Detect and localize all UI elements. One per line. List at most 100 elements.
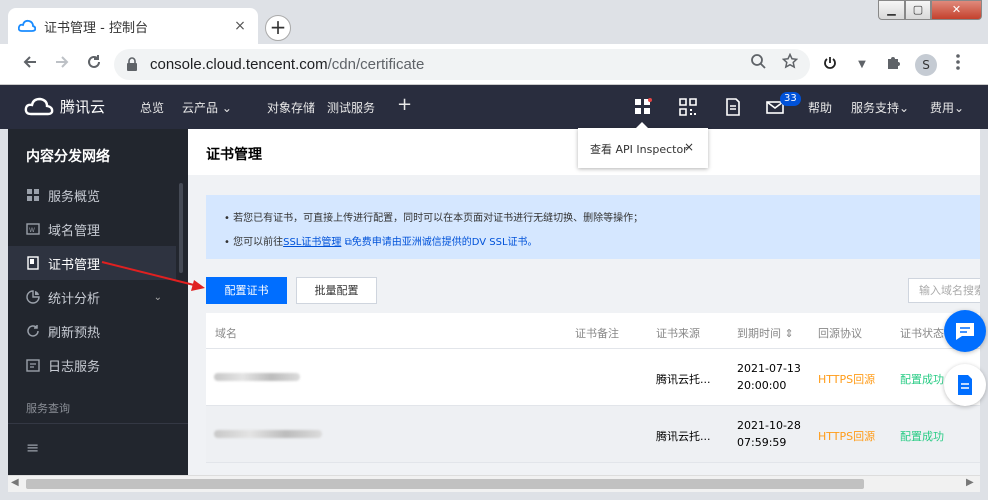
tab-close-icon[interactable]: ×	[232, 18, 248, 34]
window-close-button[interactable]: ✕	[931, 0, 982, 20]
url-text: console.cloud.tencent.com/cdn/certificat…	[150, 56, 424, 73]
sort-icon[interactable]: ⇕	[785, 327, 794, 340]
free-dv-ssl-link[interactable]: 免费申请由亚洲诚信提供的DV SSL证书。	[352, 237, 538, 248]
blurred-domain	[214, 430, 322, 438]
origin-protocol: HTTPS回源	[818, 373, 876, 386]
back-icon[interactable]	[18, 53, 42, 77]
mail-count-badge: 33	[780, 92, 801, 106]
scroll-left-icon[interactable]: ◀	[11, 477, 19, 488]
nav-test-service[interactable]: 测试服务	[327, 99, 375, 116]
horizontal-scrollbar[interactable]: ◀ ▶	[8, 475, 980, 492]
profile-avatar[interactable]: S	[915, 54, 937, 76]
col-source: 证书来源	[656, 327, 700, 340]
sidebar-scrollbar[interactable]	[179, 183, 183, 273]
ssl-cert-link[interactable]: SSL证书管理	[283, 237, 341, 248]
scroll-right-icon[interactable]: ▶	[966, 477, 974, 488]
document-icon[interactable]	[724, 98, 742, 116]
sidebar-item-label: 统计分析	[48, 291, 101, 307]
notice-line-2: • 您可以前往SSL证书管理 ⧉免费申请由亚洲诚信提供的DV SSL证书。	[224, 233, 538, 248]
col-expiry-label: 到期时间	[737, 327, 781, 340]
chevron-down-icon: ⌄	[899, 101, 910, 115]
power-extension-icon[interactable]	[818, 53, 842, 77]
zoom-search-icon[interactable]	[746, 52, 770, 76]
table-header: 域名 证书备注 证书来源 到期时间 ⇕ 回源协议 证书状态	[206, 313, 980, 349]
bookmark-star-icon[interactable]	[778, 52, 802, 76]
sidebar-item-refresh[interactable]: 刷新预热	[8, 314, 176, 348]
nav-service-support-label: 服务支持	[851, 101, 900, 115]
cert-status: 配置成功	[900, 430, 944, 443]
cert-source: 腾讯云托...	[656, 373, 711, 386]
tooltip-text: 查看 API Inspector	[590, 143, 688, 156]
info-notice: • 若您已有证书，可直接上传进行配置，同时可以在本页面对证书进行无缝切换、删除等…	[206, 195, 980, 259]
address-bar[interactable]: console.cloud.tencent.com/cdn/certificat…	[114, 49, 810, 80]
expiry-date: 2021-10-28	[737, 419, 801, 432]
horizontal-scroll-thumb[interactable]	[26, 479, 864, 489]
nav-help[interactable]: 帮助	[808, 99, 832, 116]
table-row[interactable]: 腾讯云托... 2021-10-28 07:59:59 HTTPS回源 配置成功	[206, 406, 980, 463]
origin-protocol: HTTPS回源	[818, 430, 876, 443]
tencent-cloud-logo[interactable]: 腾讯云	[24, 96, 105, 117]
chat-bubble-icon	[956, 323, 974, 340]
bullet: •	[224, 237, 230, 248]
main-content: 证书管理 • 若您已有证书，可直接上传进行配置，同时可以在本页面对证书进行无缝切…	[188, 129, 980, 475]
tooltip-close-icon[interactable]: ×	[684, 140, 694, 154]
doc-feedback-button[interactable]	[944, 364, 986, 406]
cert-status: 配置成功	[900, 373, 944, 386]
reload-icon[interactable]	[82, 53, 106, 77]
sidebar-item-statistics[interactable]: 统计分析 ⌄	[8, 280, 176, 314]
chevron-down-icon: ⌄	[153, 291, 162, 303]
forward-icon[interactable]	[50, 53, 74, 77]
sidebar-item-label: 日志服务	[48, 359, 101, 375]
log-icon	[26, 359, 40, 372]
sidebar-item-domains[interactable]: W 域名管理	[8, 212, 176, 246]
nav-add-shortcut-icon[interactable]: +	[397, 94, 412, 115]
nav-service-support[interactable]: 服务支持⌄	[851, 99, 909, 116]
browser-menu-icon[interactable]	[946, 53, 970, 77]
api-inspector-icon[interactable]	[634, 98, 652, 116]
nav-object-storage[interactable]: 对象存储	[267, 99, 315, 116]
col-expiry[interactable]: 到期时间 ⇕	[737, 325, 794, 341]
svg-text:W: W	[29, 227, 35, 234]
external-link-icon[interactable]: ⧉	[345, 237, 352, 248]
batch-configure-button[interactable]: 批量配置	[296, 277, 377, 304]
expiry-date: 2021-07-13	[737, 362, 801, 375]
sidebar: 内容分发网络 服务概览 W 域名管理 证书管理 统计分析 ⌄ 刷新预热 日志服务…	[8, 129, 188, 475]
cert-source: 腾讯云托...	[656, 430, 711, 443]
qr-code-icon[interactable]	[679, 98, 697, 116]
notice-text-1: 若您已有证书，可直接上传进行配置，同时可以在本页面对证书进行无缝切换、删除等操作…	[233, 213, 644, 224]
browser-tab-bar: 证书管理 - 控制台 × + ▁ ▢ ✕	[0, 0, 988, 44]
chat-support-button[interactable]	[944, 310, 986, 352]
sidebar-item-label: 域名管理	[48, 223, 101, 239]
nav-billing[interactable]: 费用⌄	[930, 99, 964, 116]
page-title: 证书管理	[206, 147, 262, 163]
sidebar-item-overview[interactable]: 服务概览	[8, 178, 176, 212]
blurred-domain	[214, 373, 300, 381]
window-maximize-button[interactable]: ▢	[905, 0, 931, 20]
certificate-icon	[27, 256, 39, 270]
sidebar-footer: ≡	[8, 423, 188, 475]
chart-icon	[26, 290, 40, 304]
nav-products[interactable]: 云产品 ⌄	[182, 99, 232, 116]
sidebar-item-label: 刷新预热	[48, 325, 101, 341]
grid-icon	[27, 189, 39, 201]
extension-dropdown-icon[interactable]: ▼	[850, 53, 874, 77]
sidebar-item-logs[interactable]: 日志服务	[8, 348, 176, 382]
window-minimize-button[interactable]: ▁	[878, 0, 905, 20]
configure-certificate-button[interactable]: 配置证书	[206, 277, 287, 304]
tooltip-arrow	[636, 122, 648, 128]
sidebar-title: 内容分发网络	[26, 149, 110, 165]
nav-billing-label: 费用	[930, 101, 955, 115]
brand-name: 腾讯云	[60, 98, 106, 116]
collapse-menu-icon[interactable]: ≡	[26, 438, 39, 457]
domain-search-input[interactable]: 输入域名搜索	[908, 278, 980, 303]
nav-overview[interactable]: 总览	[140, 99, 164, 116]
extensions-puzzle-icon[interactable]	[882, 53, 906, 77]
nav-products-label: 云产品	[182, 101, 219, 115]
url-host: console.cloud.tencent.com	[150, 56, 328, 73]
table-row[interactable]: 腾讯云托... 2021-07-13 20:00:00 HTTPS回源 配置成功	[206, 349, 980, 406]
notice-text-2: 您可以前往	[233, 237, 284, 248]
sidebar-item-certificates[interactable]: 证书管理	[8, 246, 176, 280]
browser-tab[interactable]: 证书管理 - 控制台 ×	[8, 8, 258, 44]
browser-toolbar: console.cloud.tencent.com/cdn/certificat…	[0, 44, 988, 85]
new-tab-button[interactable]: +	[265, 15, 291, 41]
